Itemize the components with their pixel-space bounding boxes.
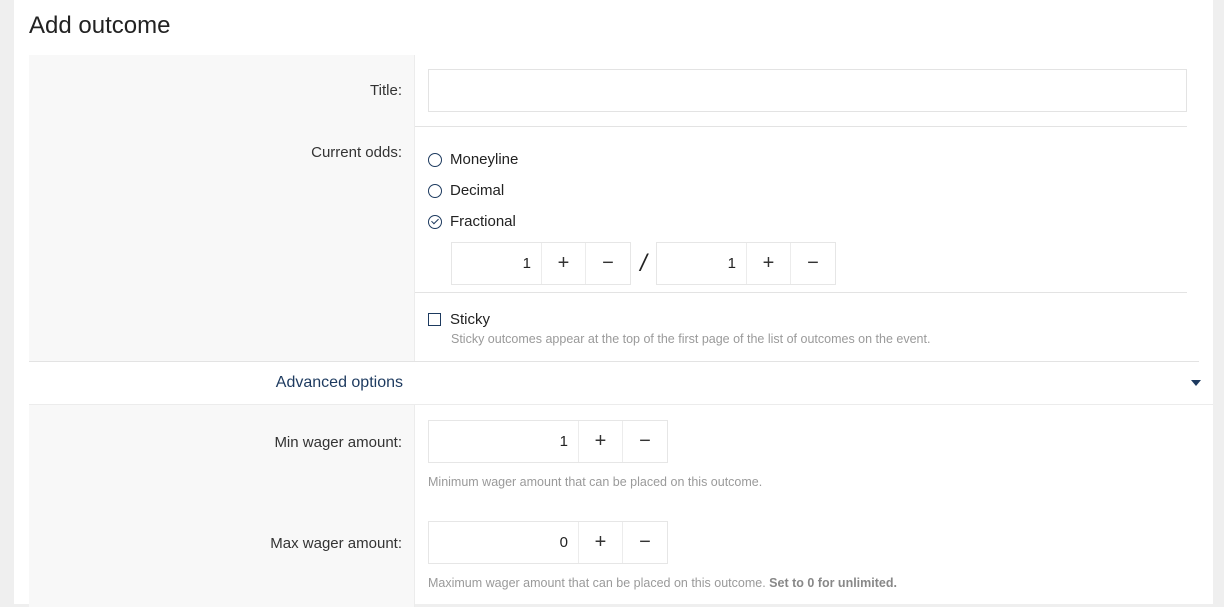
radio-label: Decimal	[450, 182, 505, 199]
min-wager-increment-button[interactable]: +	[579, 421, 623, 462]
numerator-input[interactable]: 1	[452, 243, 542, 284]
radio-unchecked-icon	[428, 152, 442, 167]
title-label: Title:	[29, 55, 415, 127]
odds-row: Current odds: Moneyline Decimal Fraction…	[29, 127, 1199, 293]
min-wager-help-text: Minimum wager amount that can be placed …	[428, 475, 763, 489]
title-row: Title:	[29, 55, 1199, 127]
denominator-decrement-button[interactable]: −	[791, 243, 835, 284]
radio-label: Moneyline	[450, 151, 519, 168]
radio-unchecked-icon	[428, 183, 442, 198]
numerator-increment-button[interactable]: +	[542, 243, 586, 284]
max-wager-help: Maximum wager amount that can be placed …	[428, 576, 766, 590]
denominator-stepper: 1 + −	[656, 242, 836, 285]
min-wager-decrement-button[interactable]: −	[623, 421, 667, 462]
radio-label: Fractional	[450, 213, 516, 230]
denominator-increment-button[interactable]: +	[747, 243, 791, 284]
min-wager-label: Min wager amount:	[29, 405, 415, 506]
fraction-inputs: 1 + − / 1 + −	[451, 242, 1187, 285]
radio-fractional[interactable]: Fractional	[428, 206, 1187, 237]
max-wager-decrement-button[interactable]: −	[623, 522, 667, 563]
max-wager-help-text: Maximum wager amount that can be placed …	[428, 576, 1199, 590]
main-panel: Add outcome Title: Current odds: Moneyli…	[14, 0, 1213, 607]
fraction-separator: /	[640, 249, 647, 277]
sticky-row: Sticky Sticky outcomes appear at the top…	[29, 293, 1199, 362]
numerator-stepper: 1 + −	[451, 242, 631, 285]
max-wager-stepper: 0 + −	[428, 521, 668, 564]
max-wager-label: Max wager amount:	[29, 506, 415, 607]
caret-down-icon	[1191, 380, 1201, 386]
denominator-input[interactable]: 1	[657, 243, 747, 284]
title-input[interactable]	[428, 69, 1187, 112]
max-wager-help-bold: Set to 0 for unlimited.	[769, 576, 897, 590]
radio-moneyline[interactable]: Moneyline	[428, 144, 1187, 175]
checkbox-unchecked-icon	[428, 313, 441, 326]
odds-label: Current odds:	[29, 127, 415, 293]
radio-decimal[interactable]: Decimal	[428, 175, 1187, 206]
page-title: Add outcome	[29, 12, 171, 39]
max-wager-increment-button[interactable]: +	[579, 522, 623, 563]
add-outcome-form: Title: Current odds: Moneyline Decimal F…	[29, 55, 1213, 607]
max-wager-input[interactable]: 0	[429, 522, 579, 563]
advanced-options-label: Advanced options	[275, 374, 403, 391]
sticky-help-text: Sticky outcomes appear at the top of the…	[451, 332, 931, 346]
sticky-label: Sticky	[450, 311, 491, 328]
numerator-decrement-button[interactable]: −	[586, 243, 630, 284]
min-wager-row: Min wager amount: 1 + − Minimum wager am…	[29, 405, 1199, 506]
sticky-checkbox[interactable]: Sticky	[428, 311, 1199, 328]
min-wager-stepper: 1 + −	[428, 420, 668, 463]
radio-checked-icon	[428, 214, 442, 229]
max-wager-row: Max wager amount: 0 + − Maximum wager am…	[29, 506, 1199, 607]
advanced-options-toggle[interactable]: Advanced options	[29, 362, 1213, 405]
min-wager-input[interactable]: 1	[429, 421, 579, 462]
sticky-label-spacer	[29, 293, 415, 361]
